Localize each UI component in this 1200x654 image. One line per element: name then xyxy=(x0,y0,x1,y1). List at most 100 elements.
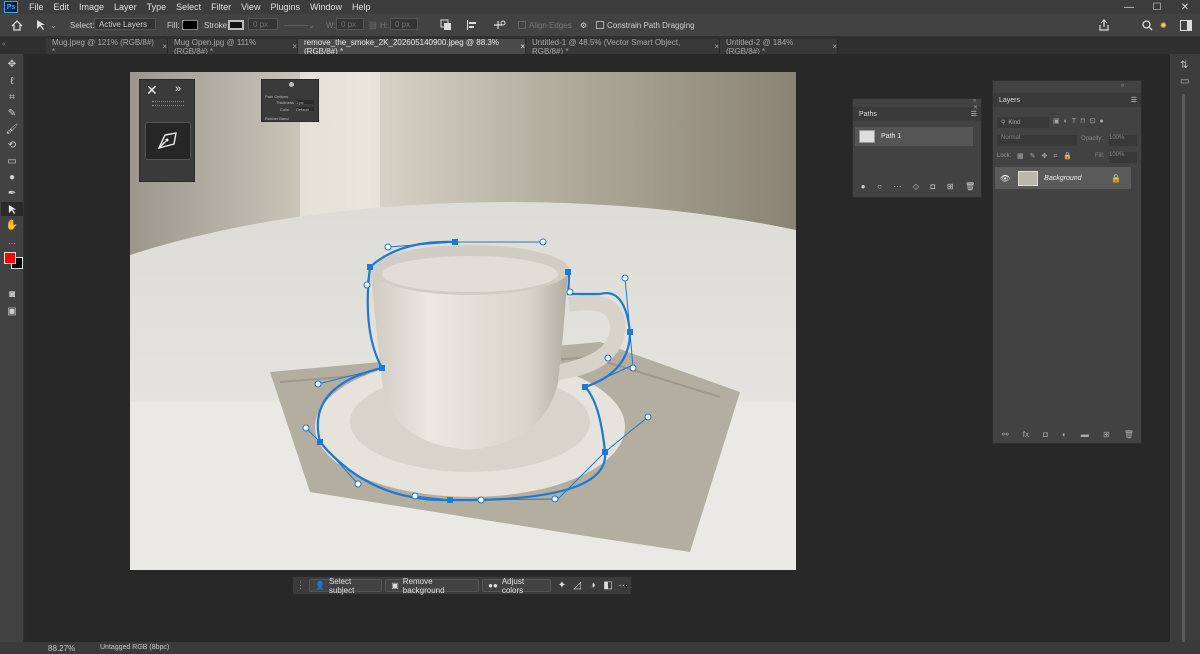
screen-mode-icon[interactable]: ▣ xyxy=(1,304,23,318)
discover-icon[interactable]: ✺ xyxy=(1160,18,1167,32)
gear-icon[interactable] xyxy=(289,82,294,87)
path-selection-tool-preset[interactable]: ⌄ xyxy=(36,18,57,32)
thickness-field[interactable]: 1 px xyxy=(296,100,314,105)
layer-kind-filter[interactable]: ⚲ Kind xyxy=(997,117,1049,128)
search-icon[interactable] xyxy=(1142,18,1153,32)
brush-tool-icon[interactable]: 🖌 xyxy=(1,122,23,136)
crop-tool-icon[interactable]: ⌗ xyxy=(1,90,23,104)
stroke-path-icon[interactable]: ○ xyxy=(877,182,882,191)
close-icon[interactable]: × xyxy=(292,42,297,51)
stroke-type-dropdown[interactable]: ———⌄ xyxy=(284,18,315,32)
constrain-path-checkbox[interactable]: Constrain Path Dragging xyxy=(596,18,695,32)
fill-swatch[interactable] xyxy=(182,18,198,32)
pen-tool-button[interactable] xyxy=(145,122,191,160)
path-color-select[interactable]: Default xyxy=(296,107,314,112)
menu-plugins[interactable]: Plugins xyxy=(265,2,305,12)
h-field[interactable]: 0 px xyxy=(390,18,418,30)
trash-icon[interactable]: 🗑 xyxy=(1124,430,1134,439)
workspace-icon[interactable] xyxy=(1180,18,1192,32)
lock-icon[interactable]: 🔒 xyxy=(1111,174,1121,183)
hand-tool-icon[interactable]: ✋ xyxy=(1,218,23,232)
fill-field[interactable]: 100% xyxy=(1109,152,1137,163)
minimize-button[interactable]: — xyxy=(1115,0,1143,14)
opacity-field[interactable]: 100% xyxy=(1109,135,1137,146)
menu-window[interactable]: Window xyxy=(305,2,347,12)
drag-handle[interactable] xyxy=(152,101,184,106)
panel-collapse-icon[interactable]: « ✕ xyxy=(973,98,981,111)
link-icon[interactable]: ⛓ xyxy=(368,18,378,32)
more-tools-icon[interactable]: ··· xyxy=(1,236,23,250)
layer-filter-icons[interactable]: ▣◐T⊓⊡● xyxy=(1053,117,1137,128)
align-edges-checkbox[interactable]: Align Edges xyxy=(518,18,572,32)
menu-type[interactable]: Type xyxy=(142,2,172,12)
new-layer-icon[interactable]: ⊞ xyxy=(1103,430,1110,439)
paths-panel-title[interactable]: Paths xyxy=(859,111,877,118)
layers-panel-title[interactable]: Layers xyxy=(999,97,1020,104)
menu-view[interactable]: View xyxy=(236,2,265,12)
tab-untitled-1[interactable]: Untitled-1 @ 48.5% (Vector Smart Object,… xyxy=(526,38,720,56)
close-window-button[interactable]: ✕ xyxy=(1171,0,1199,14)
load-selection-icon[interactable]: ⋯ xyxy=(893,182,901,191)
new-group-icon[interactable]: ▬ xyxy=(1081,430,1089,439)
home-icon[interactable] xyxy=(8,18,26,32)
document-profile[interactable]: Untagged RGB (8bpc) xyxy=(100,644,169,651)
close-icon[interactable]: × xyxy=(162,42,167,51)
path-row[interactable]: Path 1 xyxy=(855,127,973,146)
new-path-icon[interactable]: ⊞ xyxy=(947,182,954,191)
link-layers-icon[interactable]: ⚯ xyxy=(1002,430,1009,439)
fx-icon[interactable]: fx xyxy=(1023,430,1029,439)
adjustment-icon[interactable]: ◧ xyxy=(600,580,615,591)
foreground-color-swatch[interactable] xyxy=(4,252,16,264)
expand-chevrons-icon[interactable]: » xyxy=(175,83,181,95)
eye-icon[interactable]: 👁 xyxy=(1000,174,1010,183)
rubber-band-checkbox[interactable]: Rubber Band xyxy=(265,116,289,121)
make-work-path-icon[interactable]: ◇ xyxy=(913,182,919,191)
menu-edit[interactable]: Edit xyxy=(49,2,75,12)
path-alignment-icon[interactable] xyxy=(466,18,478,32)
panel-collapse-icon[interactable]: « xyxy=(1121,83,1124,89)
menu-file[interactable]: File xyxy=(24,2,49,12)
menu-filter[interactable]: Filter xyxy=(206,2,236,12)
maximize-button[interactable]: ☐ xyxy=(1143,0,1171,14)
collapse-chevrons-icon[interactable]: « xyxy=(2,41,10,50)
dock-icon[interactable]: ⇅ xyxy=(1180,60,1188,71)
pen-tool-icon[interactable]: ✒ xyxy=(1,186,23,200)
fill-path-icon[interactable]: ● xyxy=(861,182,866,191)
history-brush-tool-icon[interactable]: ⟲ xyxy=(1,138,23,152)
close-icon[interactable]: × xyxy=(520,42,525,51)
more-options-icon[interactable]: ··· xyxy=(616,580,631,591)
adjust-colors-button[interactable]: ●● Adjust colors xyxy=(482,577,552,595)
menu-select[interactable]: Select xyxy=(171,2,206,12)
quick-mask-icon[interactable]: ◙ xyxy=(1,287,23,301)
path-operations-icon[interactable] xyxy=(440,18,452,32)
drag-handle[interactable]: ⋮ xyxy=(296,580,305,591)
gear-icon[interactable]: ⚙ xyxy=(580,18,587,32)
tab-remove-the-smoke[interactable]: remove_the_smoke_2K_202605140900.jpeg @ … xyxy=(298,38,526,56)
w-field[interactable]: 0 px xyxy=(336,18,364,30)
share-icon[interactable] xyxy=(1098,18,1110,32)
path-arrangement-icon[interactable] xyxy=(492,18,506,32)
menu-image[interactable]: Image xyxy=(74,2,109,12)
close-icon[interactable]: × xyxy=(714,42,719,51)
dock-icon[interactable]: ▭ xyxy=(1180,76,1189,87)
menu-layer[interactable]: Layer xyxy=(109,2,142,12)
gradient-tool-icon[interactable]: ▭ xyxy=(1,154,23,168)
tab-mug[interactable]: Mug.jpeg @ 121% (RGB/8#) * × xyxy=(46,38,168,56)
zoom-level[interactable]: 88.27% xyxy=(48,644,75,653)
tab-mug-open[interactable]: Mug Open.jpg @ 111% (RGB/8#) * × xyxy=(168,38,298,56)
eyedropper-tool-icon[interactable]: ✎ xyxy=(1,106,23,120)
add-mask-icon[interactable]: ◘ xyxy=(931,182,936,191)
layer-row[interactable]: 👁 Background 🔒 xyxy=(995,167,1131,189)
path-selection-tool-icon[interactable] xyxy=(1,202,23,216)
remove-background-button[interactable]: ▣ Remove background xyxy=(385,577,480,595)
stroke-size-field[interactable]: 0 px xyxy=(248,18,278,30)
stroke-swatch[interactable] xyxy=(228,18,244,32)
mask-icon[interactable]: ◑ xyxy=(585,580,600,591)
blend-mode-select[interactable]: Normal xyxy=(997,135,1077,146)
menu-help[interactable]: Help xyxy=(347,2,376,12)
trash-icon[interactable]: 🗑 xyxy=(965,182,975,191)
lock-icons[interactable]: ▦✎✥⌗🔒 xyxy=(1017,152,1078,161)
transform-icon[interactable]: ◿ xyxy=(570,580,585,591)
move-tool-icon[interactable]: ✥ xyxy=(1,57,23,71)
vertical-scrollbar[interactable] xyxy=(1182,94,1185,644)
